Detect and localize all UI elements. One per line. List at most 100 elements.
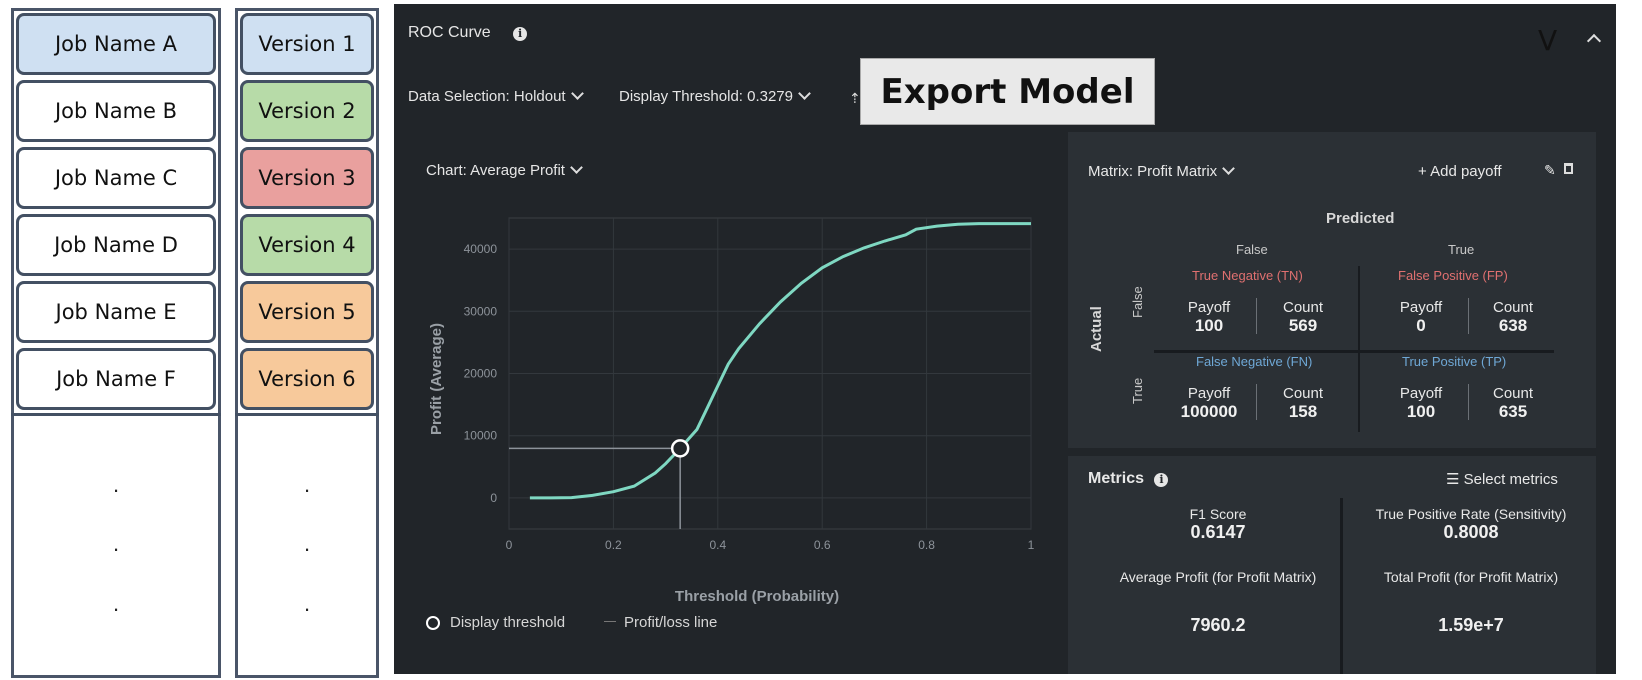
y-tick-label: 30000 [464, 304, 498, 318]
actual-header: Actual [1088, 306, 1105, 352]
total-profit-label: Total Profit (for Profit Matrix) [1383, 569, 1559, 585]
legend-threshold-marker [426, 616, 440, 630]
tn-separator [1256, 298, 1257, 334]
tn-count-label: Count [1282, 299, 1324, 316]
predicted-false-header: False [1236, 242, 1268, 257]
version-item[interactable]: Version 1 [240, 13, 374, 75]
legend-threshold-label: Display threshold [450, 614, 566, 631]
chevron-down-icon [1222, 162, 1236, 175]
export-model-button[interactable]: Export Model [860, 58, 1155, 125]
avg-profit-label: Average Profit (for Profit Matrix) [1119, 569, 1317, 585]
job-item[interactable]: Job Name E [16, 281, 216, 343]
display-threshold-label: Display Threshold: 0.3279 [619, 88, 793, 105]
ellipsis-dot: . [303, 531, 311, 556]
job-item[interactable]: Job Name D [16, 214, 216, 276]
tn-payoff-value: 100 [1194, 316, 1224, 335]
job-list-bottom [11, 413, 221, 416]
add-payoff-button[interactable]: + Add payoff [1418, 163, 1502, 180]
x-tick-label: 0.4 [709, 538, 726, 552]
version-item[interactable]: Version 4 [240, 214, 374, 276]
tn-label: True Negative (TN) [1192, 268, 1303, 283]
tp-payoff-label: Payoff [1399, 385, 1443, 402]
tp-label: True Positive (TP) [1402, 354, 1507, 369]
fn-label: False Negative (FN) [1196, 354, 1313, 369]
f1-value: 0.6147 [1190, 522, 1246, 542]
x-tick-label: 0.2 [605, 538, 622, 552]
legend-line-label: Profit/loss line [624, 614, 718, 631]
version-list: Version 1 Version 2 Version 3 Version 4 … [235, 8, 379, 678]
version-item[interactable]: Version 3 [240, 147, 374, 209]
collapse-up-icon[interactable] [1586, 33, 1602, 49]
data-selection-dropdown[interactable]: Data Selection: Holdout [408, 87, 584, 105]
y-axis-label: Profit (Average) [428, 323, 445, 435]
matrix-divider-v [1358, 266, 1360, 432]
fn-payoff-value: 100000 [1180, 402, 1238, 421]
version-item[interactable]: Version 2 [240, 80, 374, 142]
fn-separator [1256, 384, 1257, 420]
job-item[interactable]: Job Name C [16, 147, 216, 209]
fp-payoff-value: 0 [1416, 316, 1426, 335]
fp-payoff-label: Payoff [1399, 299, 1443, 316]
predicted-true-header: True [1448, 242, 1475, 257]
threshold-marker [670, 439, 690, 458]
version-list-bottom [235, 413, 379, 416]
chart-selector-label: Chart: Average Profit [426, 162, 565, 179]
y-tick-label: 40000 [464, 242, 498, 256]
ellipsis-dot: . [303, 591, 311, 616]
chevron-down-icon [570, 161, 583, 174]
info-icon[interactable]: i [513, 26, 528, 41]
matrix-panel: Matrix: Profit Matrix + Add payoff ✎ Pre… [1068, 132, 1596, 448]
fp-count-value: 638 [1498, 316, 1528, 335]
job-item[interactable]: Job Name B [16, 80, 216, 142]
collapse-v-icon[interactable]: V [1538, 24, 1557, 57]
version-item[interactable]: Version 6 [240, 348, 374, 410]
edit-icon[interactable]: ✎ [1544, 162, 1556, 179]
version-item[interactable]: Version 5 [240, 281, 374, 343]
job-item[interactable]: Job Name A [16, 13, 216, 75]
tpr-value: 0.8008 [1443, 522, 1499, 542]
chevron-down-icon [570, 87, 584, 100]
data-selection-label: Data Selection: Holdout [408, 88, 566, 105]
upload-icon[interactable]: ⇡ [849, 90, 861, 107]
metrics-title: Metrics [1088, 470, 1145, 487]
job-item[interactable]: Job Name F [16, 348, 216, 410]
profit-line [529, 222, 1031, 500]
chart-selector-dropdown[interactable]: Chart: Average Profit [426, 161, 583, 179]
fp-count-label: Count [1492, 299, 1534, 316]
total-profit-value: 1.59e+7 [1438, 615, 1504, 635]
tpr-label: True Positive Rate (Sensitivity) [1375, 506, 1567, 522]
ellipsis-dot: . [112, 472, 120, 497]
avg-profit-value: 7960.2 [1190, 615, 1246, 635]
metrics-title-row: Metrics i [1088, 470, 1169, 488]
x-tick-label: 1 [1028, 538, 1035, 552]
f1-label: F1 Score [1189, 506, 1247, 522]
matrix-divider-h [1154, 350, 1554, 353]
select-metrics-button[interactable]: ☰ Select metrics [1446, 470, 1558, 488]
x-tick-label: 0.6 [814, 538, 831, 552]
info-icon[interactable]: i [1154, 472, 1169, 487]
legend-line-marker [604, 621, 616, 622]
ellipsis-dot: . [112, 531, 120, 556]
y-tick-label: 20000 [464, 367, 498, 381]
display-threshold-dropdown[interactable]: Display Threshold: 0.3279 [619, 87, 811, 105]
sliders-icon: ☰ [1446, 471, 1460, 488]
matrix-selector-dropdown[interactable]: Matrix: Profit Matrix [1088, 162, 1236, 180]
y-tick-label: 10000 [464, 429, 498, 443]
x-axis-label: Threshold (Probability) [675, 588, 839, 605]
actual-true-header: True [1130, 377, 1145, 404]
metrics-panel: Metrics i ☰ Select metrics F1 Score 0.61… [1068, 456, 1596, 674]
tp-count-label: Count [1492, 385, 1534, 402]
tn-count-value: 569 [1288, 316, 1318, 335]
ellipsis-dot: . [303, 472, 311, 497]
panel-title: ROC Curve [408, 24, 491, 41]
x-tick-label: 0 [506, 538, 513, 552]
fn-payoff-label: Payoff [1187, 385, 1231, 402]
tp-payoff-value: 100 [1406, 402, 1436, 421]
fn-count-label: Count [1282, 385, 1324, 402]
fn-count-value: 158 [1288, 402, 1318, 421]
ellipsis-dot: . [112, 591, 120, 616]
tn-payoff-label: Payoff [1187, 299, 1231, 316]
predicted-header: Predicted [1326, 210, 1395, 227]
delete-icon[interactable] [1564, 163, 1573, 174]
select-metrics-label: Select metrics [1463, 471, 1558, 488]
